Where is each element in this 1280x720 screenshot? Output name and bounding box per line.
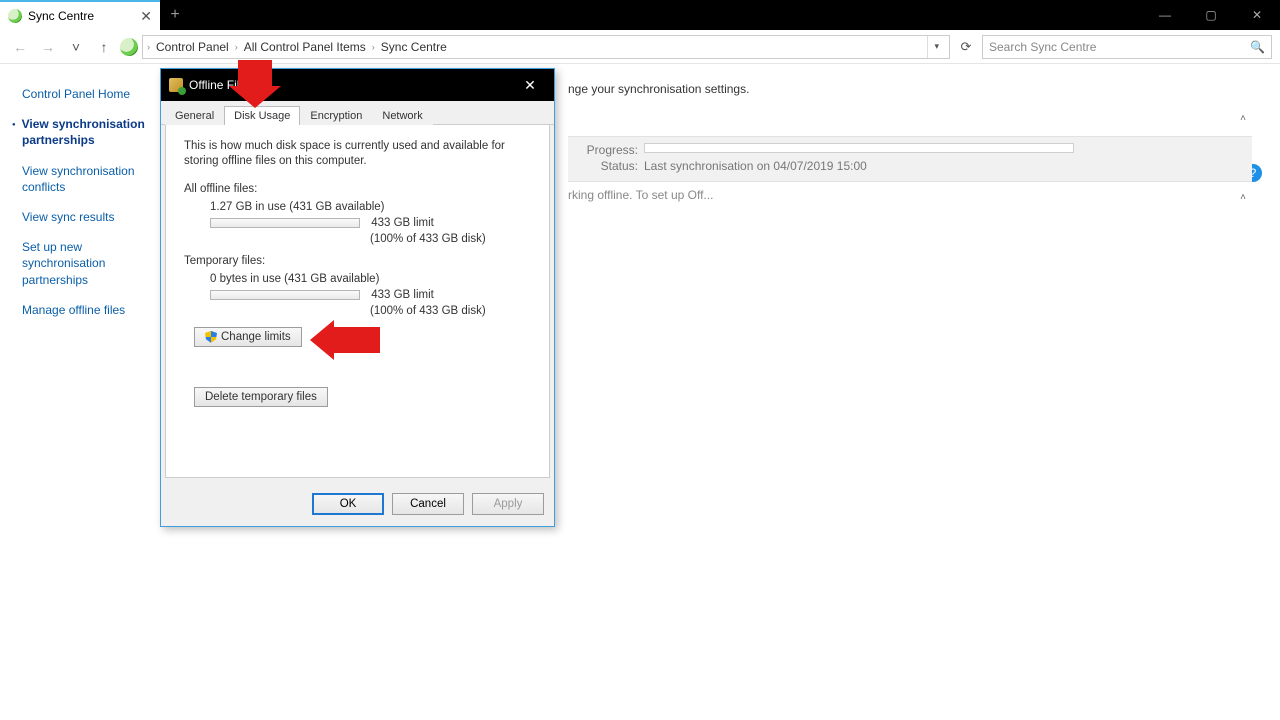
sidebar-item-home[interactable]: Control Panel Home: [22, 86, 160, 102]
cancel-button[interactable]: Cancel: [392, 493, 464, 515]
sidebar-item-manage-offline[interactable]: Manage offline files: [22, 302, 160, 318]
recent-locations-button[interactable]: ˅: [64, 35, 88, 59]
uac-shield-icon: [205, 331, 217, 343]
offline-files-dialog: Offline Files ✕ General Disk Usage Encry…: [160, 68, 555, 527]
sidebar: Control Panel Home View synchronisation …: [0, 64, 168, 720]
tab-encryption[interactable]: Encryption: [300, 106, 372, 125]
ok-button[interactable]: OK: [312, 493, 384, 515]
collapse-up-icon-2[interactable]: ˄: [1240, 192, 1246, 203]
title-bar: Sync Centre ✕ + — ▢ ✕: [0, 0, 1280, 30]
delete-temp-files-button[interactable]: Delete temporary files: [194, 387, 328, 407]
sidebar-item-results[interactable]: View sync results: [22, 209, 160, 225]
all-files-usage: 1.27 GB in use (431 GB available): [210, 201, 531, 213]
progress-bar: [644, 143, 1074, 153]
sidebar-item-setup[interactable]: Set up new synchronisation partnerships: [22, 239, 160, 288]
all-files-limit: 433 GB limit: [371, 217, 434, 229]
offline-note-fragment: rking offline. To set up Off...: [568, 188, 1260, 202]
crumb-control-panel[interactable]: Control Panel: [152, 40, 233, 54]
status-label: Status:: [578, 159, 638, 173]
search-placeholder: Search Sync Centre: [989, 40, 1096, 54]
tab-general[interactable]: General: [165, 106, 224, 125]
all-files-percent: (100% of 433 GB disk): [370, 233, 531, 245]
dialog-tabs: General Disk Usage Encryption Network: [161, 101, 554, 125]
change-limits-button[interactable]: Change limits: [194, 327, 302, 347]
breadcrumb-dropdown[interactable]: ▾: [927, 36, 945, 58]
status-value: Last synchronisation on 04/07/2019 15:00: [644, 159, 867, 173]
refresh-button[interactable]: ⟳: [954, 35, 978, 59]
tab-title: Sync Centre: [28, 9, 94, 23]
dialog-close-icon[interactable]: ✕: [514, 69, 546, 101]
all-files-bar: [210, 218, 360, 228]
crumb-sync-centre[interactable]: Sync Centre: [377, 40, 451, 54]
window-controls: — ▢ ✕: [1142, 0, 1280, 30]
temp-files-heading: Temporary files:: [184, 255, 531, 267]
temp-files-usage: 0 bytes in use (431 GB available): [210, 273, 531, 285]
progress-label: Progress:: [578, 143, 638, 157]
control-panel-icon: [120, 38, 138, 56]
address-bar: ← → ˅ ↑ › Control Panel › All Control Pa…: [0, 30, 1280, 64]
maximize-button[interactable]: ▢: [1188, 0, 1234, 30]
tab-disk-usage[interactable]: Disk Usage: [224, 106, 300, 125]
forward-button[interactable]: →: [36, 35, 60, 59]
collapse-up-icon[interactable]: ˄: [1240, 113, 1246, 124]
sync-centre-icon: [8, 9, 22, 23]
search-icon[interactable]: 🔍: [1250, 40, 1265, 54]
annotation-arrow-left: [310, 320, 380, 360]
minimize-button[interactable]: —: [1142, 0, 1188, 30]
crumb-all-items[interactable]: All Control Panel Items: [240, 40, 370, 54]
tab-network[interactable]: Network: [372, 106, 432, 125]
tab-close-icon[interactable]: ✕: [140, 8, 152, 25]
page-heading-fragment: nge your synchronisation settings.: [568, 82, 1260, 96]
temp-files-limit: 433 GB limit: [371, 289, 434, 301]
temp-files-percent: (100% of 433 GB disk): [370, 305, 531, 317]
temp-files-bar: [210, 290, 360, 300]
sidebar-item-conflicts[interactable]: View synchronisation conflicts: [22, 163, 160, 195]
dialog-footer: OK Cancel Apply: [161, 482, 554, 526]
new-tab-button[interactable]: +: [160, 0, 190, 30]
offline-files-icon: [169, 78, 183, 92]
dialog-body: This is how much disk space is currently…: [165, 125, 550, 478]
apply-button[interactable]: Apply: [472, 493, 544, 515]
sync-status-band: ˄ Progress: Status: Last synchronisation…: [568, 136, 1252, 182]
dialog-titlebar[interactable]: Offline Files ✕: [161, 69, 554, 101]
search-box[interactable]: Search Sync Centre 🔍: [982, 35, 1272, 59]
all-files-heading: All offline files:: [184, 183, 531, 195]
up-button[interactable]: ↑: [92, 35, 116, 59]
back-button[interactable]: ←: [8, 35, 32, 59]
close-button[interactable]: ✕: [1234, 0, 1280, 30]
sidebar-item-partnerships[interactable]: View synchronisation partnerships: [22, 116, 160, 148]
breadcrumb[interactable]: › Control Panel › All Control Panel Item…: [142, 35, 950, 59]
annotation-arrow-down: [238, 60, 281, 108]
window-tab[interactable]: Sync Centre ✕: [0, 0, 160, 30]
dialog-description: This is how much disk space is currently…: [184, 139, 531, 169]
